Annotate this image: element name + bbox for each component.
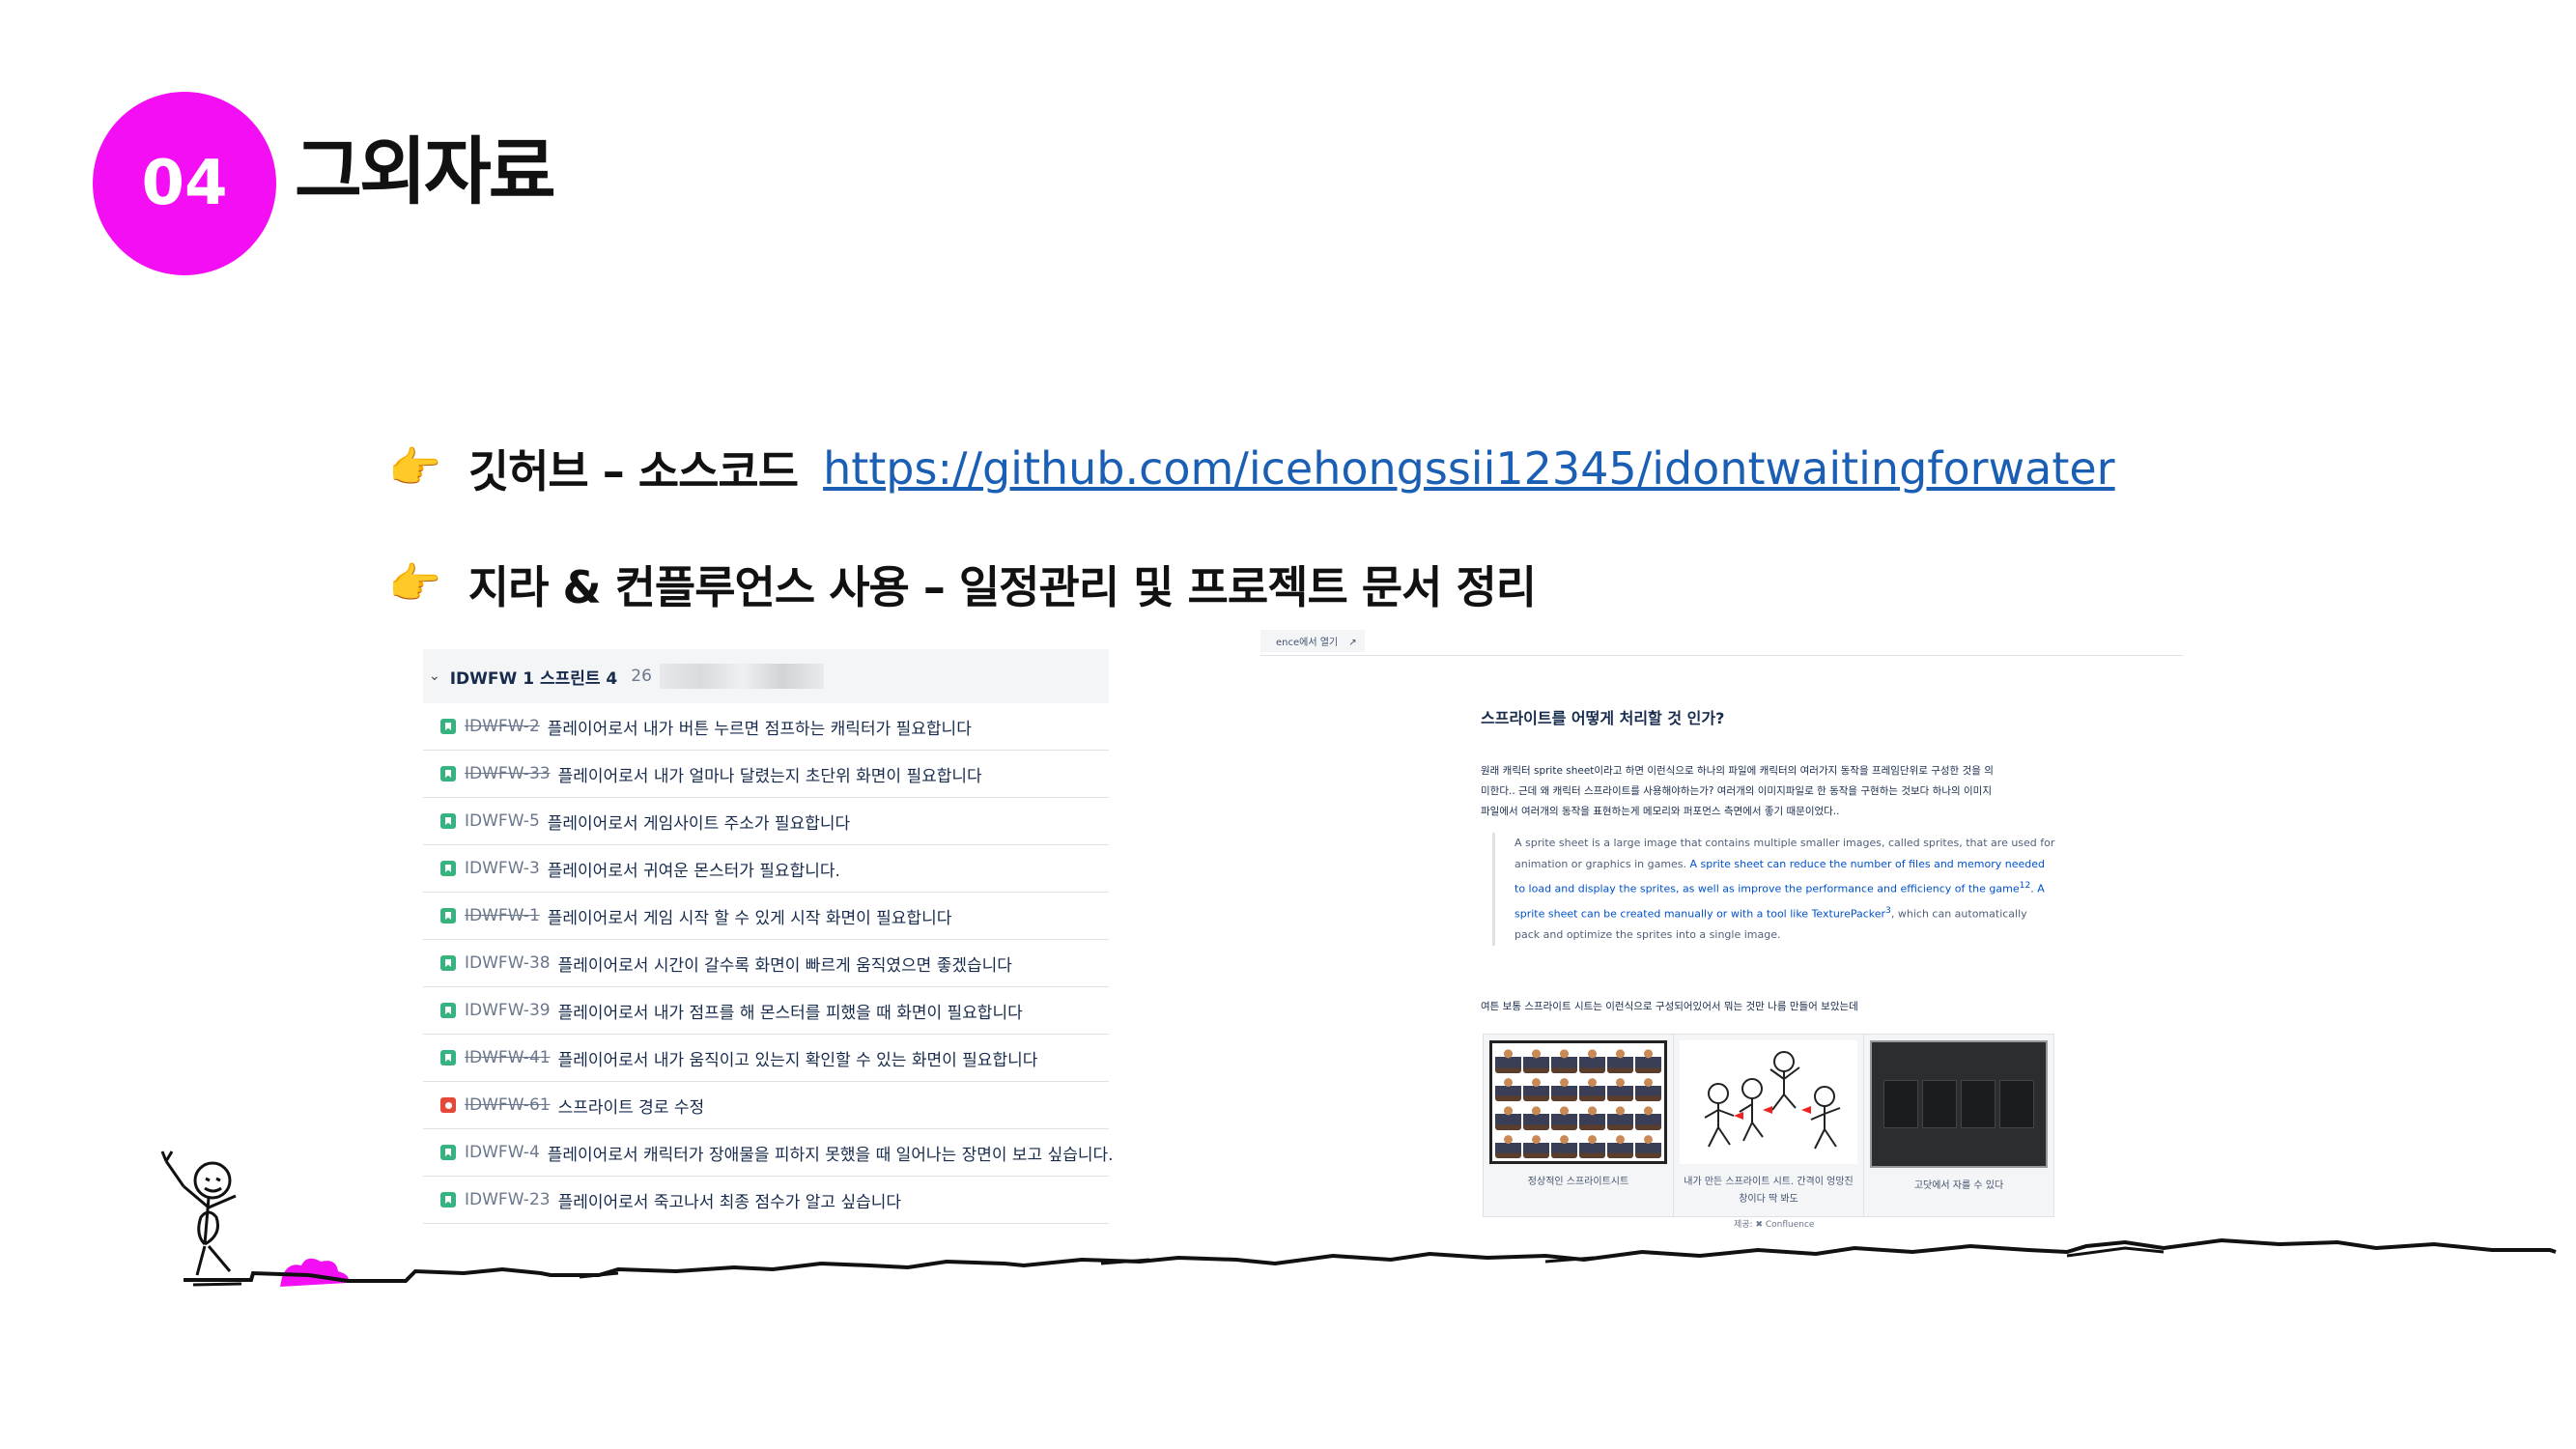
issue-key[interactable]: IDWFW-39 [465, 1001, 551, 1020]
github-label: 깃허브 – 소스코드 [467, 445, 799, 497]
section-number-badge: 04 [93, 92, 276, 275]
issue-row[interactable]: IDWFW-3 플레이어로서 귀여운 몬스터가 필요합니다. [423, 845, 1109, 893]
issue-key[interactable]: IDWFW-2 [465, 717, 540, 736]
issue-row[interactable]: IDWFW-38 플레이어로서 시간이 갈수록 화면이 빠르게 움직였으면 좋겠습… [423, 940, 1109, 987]
blurred-date-range [659, 664, 824, 689]
open-in-confluence-label: ence에서 열기 [1268, 633, 1346, 652]
story-icon [440, 719, 456, 734]
issue-summary: 플레이어로서 귀여운 몬스터가 필요합니다. [547, 861, 840, 881]
pointing-hand-icon: 👉 [388, 444, 441, 492]
issue-key[interactable]: IDWFW-33 [465, 764, 551, 783]
paragraph-line: 원래 캐릭터 sprite sheet이라고 하면 이런식으로 하나의 파일에 … [1481, 765, 1994, 777]
paragraph-line: 파일에서 여러개의 동작을 표현하는게 메모리와 퍼포먼스 측면에서 좋기 때문… [1481, 806, 1840, 817]
ground-line [184, 1237, 2557, 1283]
page-title: 그외자료 [295, 128, 556, 214]
issue-row[interactable]: IDWFW-5 플레이어로서 게임사이트 주소가 필요합니다 [423, 798, 1109, 845]
story-icon [440, 955, 456, 971]
issue-key[interactable]: IDWFW-38 [465, 953, 551, 973]
section-number: 04 [141, 148, 228, 219]
issue-key[interactable]: IDWFW-3 [465, 859, 540, 878]
issue-summary: 플레이어로서 내가 얼마나 달렸는지 초단위 화면이 필요합니다 [557, 766, 982, 786]
story-icon [440, 908, 456, 923]
jira-bullet: 👉 지라 & 컨플루언스 사용 – 일정관리 및 프로젝트 문서 정리 [388, 553, 1537, 616]
issue-summary: 플레이어로서 게임 시작 할 수 있게 시작 화면이 필요합니다 [547, 908, 952, 928]
issue-summary: 스프라이트 경로 수정 [557, 1097, 705, 1118]
issue-row[interactable]: IDWFW-41 플레이어로서 내가 움직이고 있는지 확인할 수 있는 화면이 … [423, 1035, 1109, 1082]
story-icon [440, 1003, 456, 1018]
citation-superscript[interactable]: 12 [2020, 880, 2031, 891]
confluence-heading: 스프라이트를 어떻게 처리할 것 인가? [1481, 709, 1725, 727]
story-icon [440, 813, 456, 829]
story-icon [440, 861, 456, 876]
confluence-toolbar: ence에서 열기 ↗ [1260, 626, 2183, 656]
issue-summary: 플레이어로서 내가 움직이고 있는지 확인할 수 있는 화면이 필요합니다 [557, 1050, 1038, 1070]
issue-row[interactable]: IDWFW-2 플레이어로서 내가 버튼 누르면 점프하는 캐릭터가 필요합니다 [423, 703, 1109, 751]
jira-label: 지라 & 컨플루언스 사용 – 일정관리 및 프로젝트 문서 정리 [467, 561, 1537, 613]
issue-key[interactable]: IDWFW-61 [465, 1095, 551, 1115]
confluence-paragraph: 원래 캐릭터 sprite sheet이라고 하면 이런식으로 하나의 파일에 … [1481, 761, 2060, 822]
stick-figure-icon [160, 1151, 237, 1276]
issue-summary: 플레이어로서 시간이 갈수록 화면이 빠르게 움직였으면 좋겠습니다 [557, 955, 1012, 976]
issue-key[interactable]: IDWFW-5 [465, 811, 540, 831]
sprint-name: IDWFW 1 스프린트 4 [449, 668, 618, 689]
issue-row[interactable]: IDWFW-1 플레이어로서 게임 시작 할 수 있게 시작 화면이 필요합니다 [423, 893, 1109, 940]
issue-summary: 플레이어로서 내가 버튼 누르면 점프하는 캐릭터가 필요합니다 [547, 719, 972, 739]
story-icon [440, 1050, 456, 1065]
chevron-down-icon[interactable]: ⌄ [429, 668, 440, 684]
issue-summary: 플레이어로서 내가 점프를 해 몬스터를 피했을 때 화면이 필요합니다 [557, 1003, 1023, 1023]
bug-icon [440, 1097, 456, 1113]
sprint-header[interactable]: ⌄ IDWFW 1 스프린트 4 26 [423, 649, 1109, 703]
sprint-issue-count: 26 [631, 667, 652, 686]
paragraph-line: 미한다.. 근데 왜 캐릭터 스프라이트를 사용해야하는가? 여러개의 이미지파… [1481, 785, 1992, 797]
open-in-confluence-button[interactable]: ence에서 열기 ↗ [1260, 629, 1365, 652]
github-link[interactable]: https://github.com/icehongssii12345/idon… [823, 442, 2115, 495]
pointing-hand-icon: 👉 [388, 560, 441, 608]
sprite-sheet-quote: A sprite sheet is a large image that con… [1492, 833, 2055, 947]
confluence-subtext: 여튼 보통 스프라이트 시트는 이런식으로 구성되어있어서 뭐는 것만 나름 만… [1481, 1001, 1858, 1012]
github-bullet: 👉 깃허브 – 소스코드 https://github.com/icehongs… [388, 437, 2115, 500]
issue-row[interactable]: IDWFW-33 플레이어로서 내가 얼마나 달렸는지 초단위 화면이 필요합니다 [423, 751, 1109, 798]
issue-row[interactable]: IDWFW-61 스프라이트 경로 수정 [423, 1082, 1109, 1129]
issue-key[interactable]: IDWFW-41 [465, 1048, 551, 1067]
issue-summary: 플레이어로서 게임사이트 주소가 필요합니다 [547, 813, 851, 834]
issue-key[interactable]: IDWFW-1 [465, 906, 540, 925]
story-icon [440, 766, 456, 781]
issue-row[interactable]: IDWFW-39 플레이어로서 내가 점프를 해 몬스터를 피했을 때 화면이 필… [423, 987, 1109, 1035]
stick-figure-scene [160, 1151, 2557, 1287]
